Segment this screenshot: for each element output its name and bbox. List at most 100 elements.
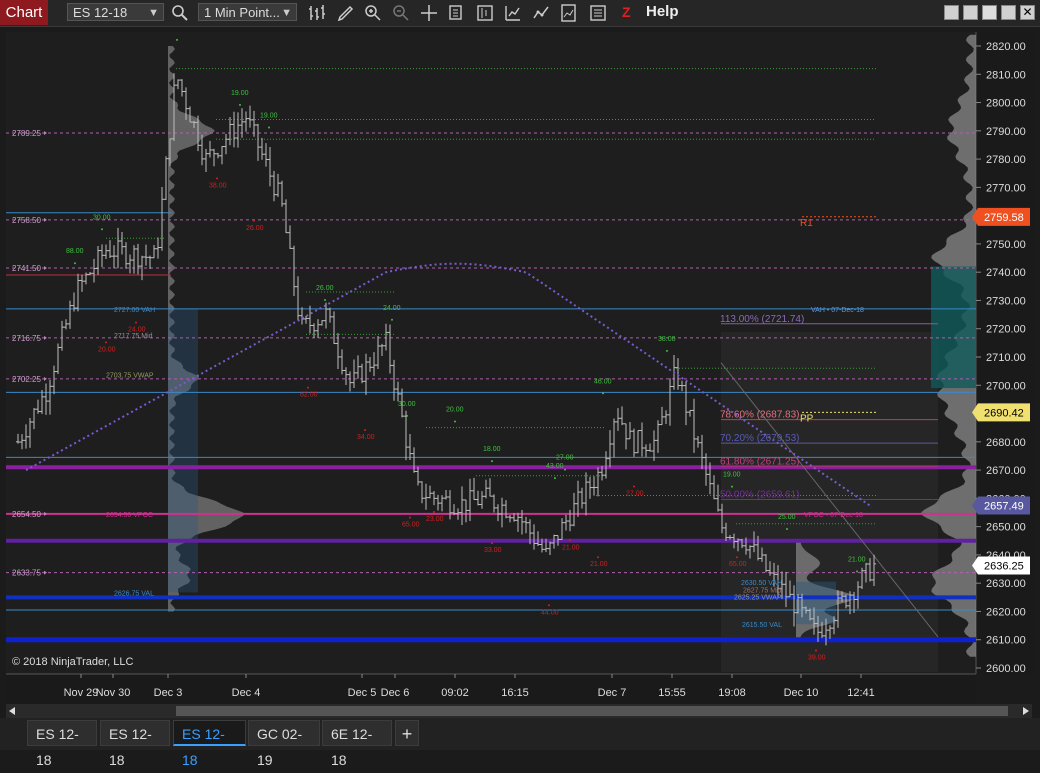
search-icon[interactable]: [170, 3, 190, 23]
draw-icon[interactable]: [336, 3, 356, 23]
y-tick-label: 2740.00: [986, 267, 1026, 279]
swing-high-label: 26.00: [316, 285, 334, 292]
swing-low-label: 21.00: [590, 561, 608, 568]
swing-low-label: 65.00: [729, 561, 747, 568]
interval-selector[interactable]: 1 Min Point... ▼: [198, 3, 297, 21]
crosshair-icon[interactable]: [419, 3, 439, 23]
x-tick-label: Dec 10: [784, 687, 819, 699]
swing-low-label: 20.00: [98, 346, 116, 353]
minimize-icon[interactable]: [982, 5, 997, 20]
z-icon[interactable]: Z: [622, 4, 636, 20]
profile-label: 2717.75 Mid: [114, 333, 153, 340]
swing-high-label: 19.00: [231, 90, 249, 97]
x-tick-label: Nov 29: [64, 687, 99, 699]
window-button-2[interactable]: [963, 5, 978, 20]
swing-high-dot: [856, 570, 858, 573]
swing-high-dot: [554, 477, 556, 480]
left-price-label: 2789.25: [12, 129, 41, 138]
swing-low-label: 27.00: [626, 491, 644, 498]
add-tab-button[interactable]: +: [395, 720, 419, 746]
left-price-label: 2654.50: [12, 510, 41, 519]
price-tag: 2657.49: [984, 500, 1024, 512]
price-tag: 2690.42: [984, 407, 1024, 419]
y-tick-label: 2720.00: [986, 324, 1026, 336]
y-tick-label: 2780.00: [986, 154, 1026, 166]
x-tick-label: 15:55: [658, 687, 686, 699]
maximize-icon[interactable]: [1001, 5, 1016, 20]
window-button-1[interactable]: [944, 5, 959, 20]
instrument-value: ES 12-18: [73, 5, 128, 20]
swing-low-label: 26.00: [246, 225, 264, 232]
y-tick-label: 2810.00: [986, 69, 1026, 81]
tab-gc[interactable]: GC 02-19: [248, 720, 320, 768]
instrument-selector[interactable]: ES 12-18 ▼: [67, 3, 164, 21]
properties-icon[interactable]: [588, 3, 608, 23]
swing-high-label: 20.00: [446, 407, 464, 414]
x-tick-label: Dec 3: [154, 687, 183, 699]
x-tick-label: 19:08: [718, 687, 746, 699]
strategies-icon[interactable]: [531, 3, 551, 23]
swing-low-label: 62.00: [300, 392, 318, 399]
swing-low-label: 44.00: [541, 609, 559, 616]
swing-low-label: 39.00: [808, 655, 826, 662]
vpoc-annotation: VPOC • 07-Dec-18: [804, 512, 863, 519]
templates-icon[interactable]: [559, 3, 579, 23]
x-tick-label: Dec 4: [232, 687, 261, 699]
swing-low-label: 24.00: [128, 327, 146, 334]
swing-high-label: 19.00: [723, 472, 741, 479]
price-tag: 2636.25: [984, 561, 1024, 573]
tab-es-3-active[interactable]: ES 12-18: [173, 720, 246, 768]
y-tick-label: 2770.00: [986, 182, 1026, 194]
profile-label: 2615.50 VAL: [742, 622, 782, 629]
profile-label: 2630.50 VAH: [741, 580, 782, 587]
tab-6e[interactable]: 6E 12-18: [322, 720, 392, 768]
swing-low-dot: [253, 219, 255, 222]
left-price-label: 2633.75: [12, 569, 41, 578]
tab-es-2[interactable]: ES 12-18: [100, 720, 170, 768]
y-tick-label: 2750.00: [986, 239, 1026, 251]
swing-low-label: 34.00: [357, 434, 375, 441]
swing-low-dot: [364, 428, 366, 431]
swing-low-label: 33.00: [484, 547, 502, 554]
help-menu[interactable]: Help: [646, 3, 679, 20]
swing-high-dot: [268, 126, 270, 129]
swing-low-dot: [433, 510, 435, 513]
swing-low-dot: [216, 177, 218, 180]
fib-label: 70.20% (2679.53): [720, 433, 800, 444]
data-box-icon[interactable]: [447, 3, 467, 23]
y-tick-label: 2710.00: [986, 352, 1026, 364]
right-value-area: [931, 266, 976, 389]
chevron-down-icon: ▼: [281, 7, 292, 19]
chart-style-icon[interactable]: [475, 3, 495, 23]
bar-type-icon[interactable]: [307, 3, 327, 23]
swing-high-label: 21.00: [848, 556, 866, 563]
profile-label: 2654.50 VPOC: [106, 512, 153, 519]
chart-title-tab[interactable]: Chart: [0, 0, 48, 25]
y-tick-label: 2670.00: [986, 465, 1026, 477]
swing-low-dot: [548, 604, 550, 607]
swing-high-label: 25.00: [778, 514, 796, 521]
time-axis-background: [6, 674, 976, 704]
swing-high-dot: [406, 414, 408, 417]
swing-low-dot: [105, 341, 107, 344]
swing-high-dot: [324, 298, 326, 301]
fib-label: 113.00% (2721.74): [720, 314, 804, 325]
zoom-out-icon[interactable]: [391, 3, 411, 23]
y-tick-label: 2800.00: [986, 98, 1026, 110]
zoom-in-icon[interactable]: [363, 3, 383, 23]
profile-label: 2625.25 VWAP: [734, 595, 782, 602]
tab-es-1[interactable]: ES 12-18: [27, 720, 97, 768]
horizontal-scrollbar[interactable]: [6, 704, 1032, 718]
y-tick-label: 2620.00: [986, 606, 1026, 618]
close-icon[interactable]: ✕: [1020, 5, 1035, 20]
swing-high-dot: [239, 103, 241, 106]
swing-high-dot: [74, 262, 76, 265]
swing-high-dot: [786, 527, 788, 530]
chart-panel[interactable]: 2600.00 2610.00 2620.00 2630.00 2640.00 2650.…: [6, 25, 1036, 704]
profile-label: 2703.75 VWAP: [106, 373, 154, 380]
indicators-icon[interactable]: [503, 3, 523, 23]
price-chart[interactable]: 2600.002610.002620.002630.002640.002650.…: [6, 25, 1036, 704]
copyright-label: © 2018 NinjaTrader, LLC: [12, 656, 133, 668]
left-price-label: 2758.50: [12, 216, 41, 225]
swing-high-dot: [602, 392, 604, 395]
